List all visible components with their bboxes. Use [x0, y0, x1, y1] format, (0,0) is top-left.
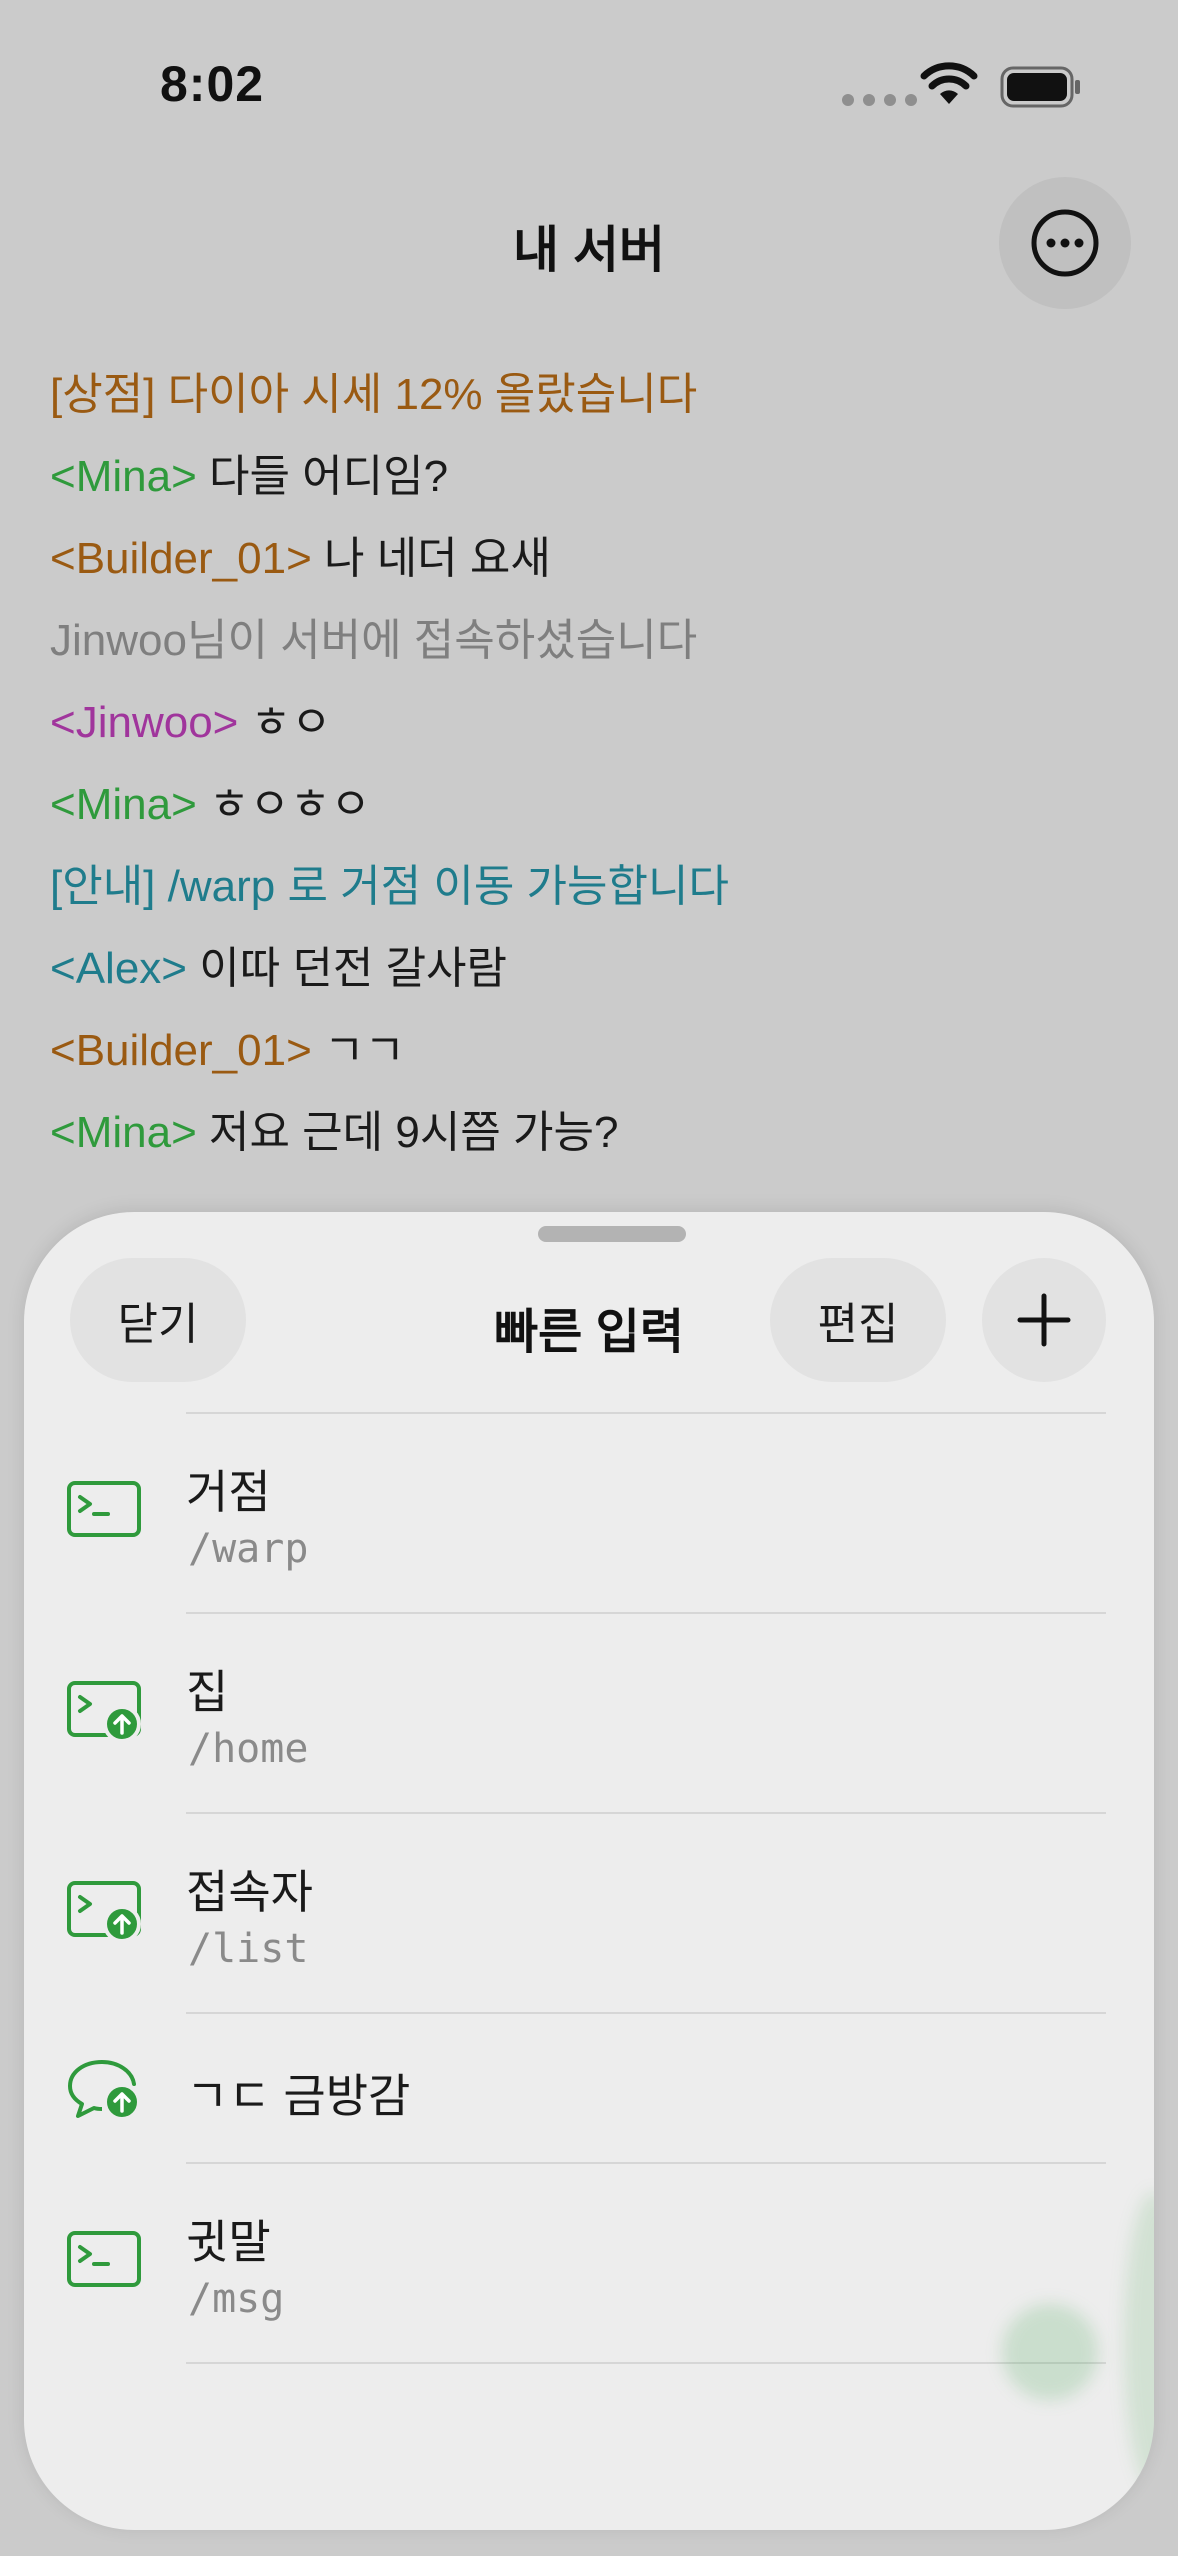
- quick-input-item-home[interactable]: 집 /home: [24, 1614, 1154, 1814]
- item-title: ㄱㄷ 금방감: [186, 2070, 411, 2122]
- item-title: 접속자: [186, 1866, 313, 1918]
- chat-message: [상점] 다이아 시세 12% 올랐습니다: [50, 362, 1130, 444]
- chat-text: ㅎㅇㅎㅇ: [196, 780, 371, 829]
- status-time: 8:02: [160, 56, 265, 112]
- chat-message: <Builder_01> ㄱㄱ: [50, 1018, 1130, 1100]
- chat-speaker: <Mina>: [50, 780, 197, 829]
- plus-icon: [1017, 1293, 1071, 1347]
- ellipsis-circle-icon: [1031, 209, 1099, 277]
- add-button[interactable]: [982, 1258, 1106, 1382]
- chat-text: [안내] /warp 로 거점 이동 가능합니다: [50, 862, 729, 911]
- terminal-icon: [67, 1481, 141, 1537]
- chat-speaker: <Mina>: [50, 1108, 197, 1157]
- chat-text: Jinwoo님이 서버에 접속하셨습니다: [50, 616, 698, 665]
- background-send-button-glow: [1002, 2304, 1098, 2400]
- item-title: 집: [186, 1666, 229, 1718]
- wifi-icon: [920, 62, 978, 104]
- item-command: /warp: [188, 1526, 309, 1572]
- item-command: /home: [188, 1726, 309, 1772]
- quick-input-item-warp[interactable]: 거점 /warp: [24, 1414, 1154, 1614]
- chat-text: ㄱㄱ: [311, 1026, 405, 1075]
- terminal-upload-icon: [67, 1681, 141, 1742]
- item-title: 귓말: [186, 2216, 271, 2268]
- chat-message: <Mina> 다들 어디임?: [50, 444, 1130, 526]
- chat-message: <Alex> 이따 던전 갈사람: [50, 936, 1130, 1018]
- cellular-signal-icon: [842, 94, 917, 106]
- item-title: 거점: [186, 1466, 271, 1518]
- quick-input-item-msg[interactable]: 귓말 /msg: [24, 2164, 1154, 2364]
- sheet-grabber[interactable]: [538, 1226, 686, 1242]
- terminal-icon: [67, 2231, 141, 2287]
- chat-text: ㅎㅇ: [238, 698, 332, 747]
- chat-text: 이따 던전 갈사람: [186, 944, 508, 993]
- chat-message: <Jinwoo> ㅎㅇ: [50, 690, 1130, 772]
- quick-input-list: 거점 /warp 집 /home 접속자 /list ㄱㄷ 금방감 귓말 /ms…: [24, 1414, 1154, 2364]
- chat-message: [안내] /warp 로 거점 이동 가능합니다: [50, 854, 1130, 936]
- status-bar: 8:02: [0, 0, 1178, 170]
- chat-text: 저요 근데 9시쯤 가능?: [196, 1108, 619, 1157]
- chat-speaker: <Builder_01>: [50, 1026, 312, 1075]
- item-command: /msg: [188, 2276, 285, 2322]
- chat-text: [상점] 다이아 시세 12% 올랐습니다: [50, 370, 698, 419]
- chat-message: <Mina> ㅎㅇㅎㅇ: [50, 772, 1130, 854]
- chat-bubble-upload-icon: [68, 2060, 141, 2120]
- divider: [186, 2362, 1106, 2364]
- chat-speaker: <Jinwoo>: [50, 698, 239, 747]
- chat-message: Jinwoo님이 서버에 접속하셨습니다: [50, 608, 1130, 690]
- chat-text: 다들 어디임?: [196, 452, 449, 501]
- terminal-upload-icon: [67, 1881, 141, 1942]
- item-command: /list: [188, 1926, 309, 1972]
- battery-icon: [1000, 66, 1080, 108]
- chat-message: <Mina> 저요 근데 9시쯤 가능?: [50, 1100, 1130, 1182]
- more-options-button[interactable]: [999, 177, 1131, 309]
- chat-log: [상점] 다이아 시세 12% 올랐습니다 <Mina> 다들 어디임? <Bu…: [50, 362, 1130, 1182]
- chat-speaker: <Mina>: [50, 452, 197, 501]
- chat-message: <Builder_01> 나 네더 요새: [50, 526, 1130, 608]
- chat-speaker: <Alex>: [50, 944, 187, 993]
- chat-speaker: <Builder_01>: [50, 534, 312, 583]
- chat-text: 나 네더 요새: [311, 534, 551, 583]
- quick-input-item-message[interactable]: ㄱㄷ 금방감: [24, 2014, 1154, 2164]
- quick-input-item-list[interactable]: 접속자 /list: [24, 1814, 1154, 2014]
- edit-button[interactable]: 편집: [770, 1258, 946, 1382]
- quick-input-sheet: 닫기 빠른 입력 편집 거점 /warp 집 /home 접속자 /list ㄱ…: [24, 1212, 1154, 2530]
